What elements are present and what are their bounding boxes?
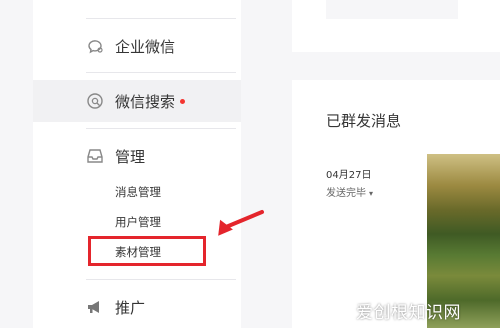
message-status-text: 发送完毕 bbox=[326, 188, 366, 199]
sidebar-subitem-user-manage[interactable]: 用户管理 bbox=[115, 214, 161, 230]
highlight-box bbox=[88, 236, 206, 266]
message-date: 04月27日 bbox=[326, 170, 372, 181]
sidebar-item-label: 微信搜索 bbox=[115, 92, 176, 111]
sidebar-item-label: 推广 bbox=[115, 298, 146, 317]
sidebar-item-label: 企业微信 bbox=[115, 37, 176, 56]
sidebar-item-manage[interactable]: 管理 bbox=[33, 135, 241, 177]
divider bbox=[86, 18, 236, 19]
section-title: 已群发消息 bbox=[326, 112, 402, 130]
sidebar-item-wechat-search[interactable]: 微信搜索 bbox=[33, 80, 241, 122]
divider bbox=[86, 72, 236, 73]
sent-messages-card: 已群发消息 04月27日 发送完毕 ▾ bbox=[292, 80, 500, 328]
sidebar-subitem-message-manage[interactable]: 消息管理 bbox=[115, 184, 161, 200]
chevron-down-icon: ▾ bbox=[369, 189, 374, 198]
enterprise-wechat-icon bbox=[88, 40, 103, 54]
megaphone-icon bbox=[88, 301, 99, 313]
sidebar: 企业微信 微信搜索 管理 消息管理 用户管理 素材管理 推广 bbox=[33, 0, 241, 328]
watermark: 爱创根知识网 bbox=[356, 303, 461, 323]
message-status[interactable]: 发送完毕 ▾ bbox=[326, 184, 373, 199]
top-card bbox=[292, 0, 500, 52]
divider bbox=[86, 128, 236, 129]
wechat-search-icon bbox=[87, 93, 103, 109]
notification-dot bbox=[180, 99, 185, 104]
pointer-arrow-icon bbox=[218, 210, 264, 236]
sidebar-item-enterprise-wechat[interactable]: 企业微信 bbox=[33, 25, 241, 67]
divider bbox=[86, 279, 236, 280]
sidebar-item-label: 管理 bbox=[115, 147, 146, 166]
inbox-icon bbox=[87, 149, 103, 163]
top-card-placeholder bbox=[326, 0, 458, 19]
sidebar-item-promote[interactable]: 推广 bbox=[33, 286, 241, 328]
